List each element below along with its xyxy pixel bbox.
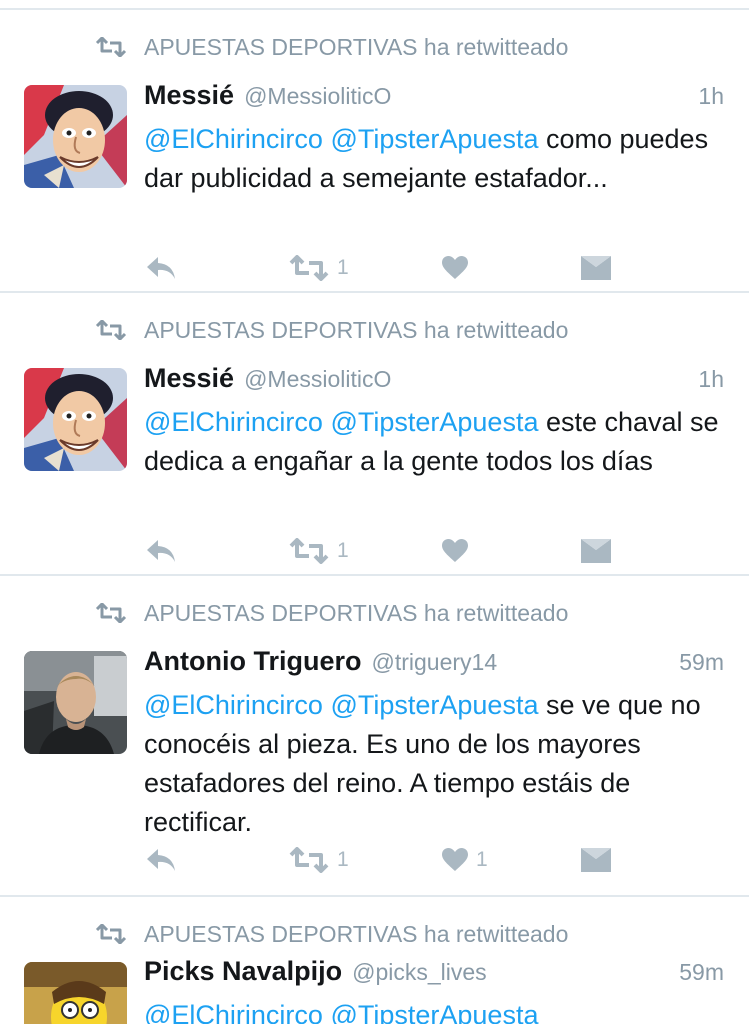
retweet-icon	[289, 538, 329, 564]
retweet-icon	[95, 320, 127, 340]
mention-link[interactable]: @ElChirincirco	[144, 690, 323, 720]
tweet[interactable]: APUESTAS DEPORTIVAS ha retwitteado Messi…	[0, 293, 749, 576]
author-name[interactable]: Messié	[144, 363, 234, 394]
retweet-context: APUESTAS DEPORTIVAS ha retwitteado	[95, 598, 568, 628]
direct-message-button[interactable]	[581, 842, 611, 878]
tweet-text: @ElChirincirco @TipsterApuesta	[144, 996, 724, 1024]
retweet-context: APUESTAS DEPORTIVAS ha retwitteado	[95, 919, 568, 949]
tweet-actions: 1	[144, 533, 644, 569]
photo-avatar-image	[24, 651, 127, 754]
envelope-icon	[581, 256, 611, 280]
mention-link[interactable]: @TipsterApuesta	[330, 690, 538, 720]
retweet-context-label: APUESTAS DEPORTIVAS ha retwitteado	[144, 920, 569, 947]
timestamp[interactable]: 59m	[679, 649, 724, 676]
heart-icon	[442, 848, 468, 871]
retweet-context-label: APUESTAS DEPORTIVAS ha retwitteado	[144, 599, 569, 626]
envelope-icon	[581, 539, 611, 563]
avatar[interactable]	[24, 651, 127, 754]
author-handle[interactable]: @MessioliticO	[244, 366, 391, 393]
mention-link[interactable]: @TipsterApuesta	[330, 1000, 538, 1024]
retweet-icon	[289, 255, 329, 281]
mention-link[interactable]: @ElChirincirco	[144, 1000, 323, 1024]
mention-link[interactable]: @TipsterApuesta	[330, 407, 538, 437]
reply-button[interactable]	[144, 842, 178, 878]
retweet-icon	[95, 603, 127, 623]
retweet-icon	[95, 924, 127, 944]
timestamp[interactable]: 1h	[698, 83, 724, 110]
retweet-count: 1	[337, 256, 349, 279]
heart-icon	[442, 539, 468, 562]
retweet-button[interactable]: 1	[289, 250, 349, 286]
tweet-header: Messié @MessioliticO 1h	[144, 363, 724, 401]
reply-icon	[147, 540, 175, 562]
avatar[interactable]	[24, 962, 127, 1024]
timestamp[interactable]: 1h	[698, 366, 724, 393]
author-name[interactable]: Antonio Triguero	[144, 646, 361, 677]
retweet-context-label: APUESTAS DEPORTIVAS ha retwitteado	[144, 316, 569, 343]
like-button[interactable]	[442, 250, 476, 286]
retweet-icon	[289, 847, 329, 873]
like-button[interactable]	[442, 533, 476, 569]
tweet-text: @ElChirincirco @TipsterApuesta se ve que…	[144, 686, 724, 842]
like-button[interactable]: 1	[442, 842, 488, 878]
caricature-avatar-image	[24, 368, 127, 471]
tweet-header: Messié @MessioliticO 1h	[144, 80, 724, 118]
author-handle[interactable]: @MessioliticO	[244, 83, 391, 110]
avatar[interactable]	[24, 85, 127, 188]
tweet[interactable]: APUESTAS DEPORTIVAS ha retwitteado Messi…	[0, 10, 749, 293]
direct-message-button[interactable]	[581, 533, 611, 569]
tweet-text: @ElChirincirco @TipsterApuesta como pued…	[144, 120, 724, 198]
tweet-actions: 1 1	[144, 842, 644, 878]
tweet[interactable]: APUESTAS DEPORTIVAS ha retwitteado Anton…	[0, 576, 749, 897]
like-count: 1	[476, 848, 488, 871]
timeline: APUESTAS DEPORTIVAS ha retwitteado Messi…	[0, 0, 749, 1024]
cartoon-avatar-image	[24, 962, 127, 1024]
retweet-button[interactable]: 1	[289, 533, 349, 569]
retweet-count: 1	[337, 848, 349, 871]
reply-button[interactable]	[144, 250, 178, 286]
tweet-header: Picks Navalpijo @picks_lives 59m	[144, 956, 724, 994]
retweet-count: 1	[337, 539, 349, 562]
retweet-icon	[95, 37, 127, 57]
mention-link[interactable]: @TipsterApuesta	[330, 124, 538, 154]
retweet-context-label: APUESTAS DEPORTIVAS ha retwitteado	[144, 33, 569, 60]
reply-button[interactable]	[144, 533, 178, 569]
author-handle[interactable]: @triguery14	[371, 649, 497, 676]
mention-link[interactable]: @ElChirincirco	[144, 124, 323, 154]
retweet-context: APUESTAS DEPORTIVAS ha retwitteado	[95, 315, 568, 345]
tweet-text: @ElChirincirco @TipsterApuesta este chav…	[144, 403, 724, 481]
mention-link[interactable]: @ElChirincirco	[144, 407, 323, 437]
author-name[interactable]: Picks Navalpijo	[144, 956, 342, 987]
reply-icon	[147, 257, 175, 279]
author-name[interactable]: Messié	[144, 80, 234, 111]
avatar[interactable]	[24, 368, 127, 471]
envelope-icon	[581, 848, 611, 872]
timestamp[interactable]: 59m	[679, 959, 724, 986]
retweet-button[interactable]: 1	[289, 842, 349, 878]
caricature-avatar-image	[24, 85, 127, 188]
heart-icon	[442, 256, 468, 279]
tweet[interactable]: APUESTAS DEPORTIVAS ha retwitteado Picks…	[0, 897, 749, 1024]
direct-message-button[interactable]	[581, 250, 611, 286]
author-handle[interactable]: @picks_lives	[352, 959, 487, 986]
tweet-header: Antonio Triguero @triguery14 59m	[144, 646, 724, 684]
retweet-context: APUESTAS DEPORTIVAS ha retwitteado	[95, 32, 568, 62]
tweet-actions: 1	[144, 250, 644, 286]
reply-icon	[147, 849, 175, 871]
